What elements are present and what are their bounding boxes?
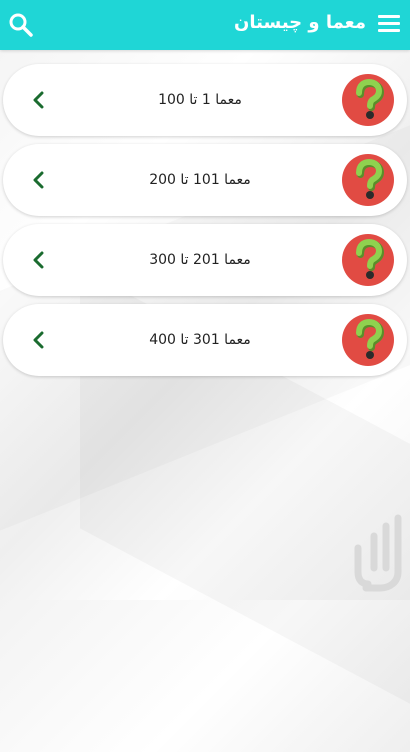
chevron-left-icon [31,171,47,189]
list-item-1-100[interactable]: معما 1 تا 100 [3,64,407,136]
search-icon[interactable] [8,12,34,38]
hamburger-menu-icon[interactable] [378,15,400,35]
list-item-101-200[interactable]: معما 101 تا 200 [3,144,407,216]
store-logo-watermark [352,512,408,594]
list-item-label: معما 301 تا 400 [149,332,251,348]
category-list: معما 1 تا 100 معما 101 تا 200 معما 201 ت… [3,64,407,384]
list-item-301-400[interactable]: معما 301 تا 400 [3,304,407,376]
app-bar: معما و چیستان [0,0,410,50]
list-item-201-300[interactable]: معما 201 تا 300 [3,224,407,296]
question-mark-icon [342,154,394,206]
question-mark-icon [342,234,394,286]
app-title: معما و چیستان [234,12,366,33]
question-mark-icon [342,74,394,126]
chevron-left-icon [31,331,47,349]
question-mark-icon [342,314,394,366]
chevron-left-icon [31,91,47,109]
list-item-label: معما 201 تا 300 [149,252,251,268]
list-item-label: معما 1 تا 100 [158,92,242,108]
list-item-label: معما 101 تا 200 [149,172,251,188]
chevron-left-icon [31,251,47,269]
